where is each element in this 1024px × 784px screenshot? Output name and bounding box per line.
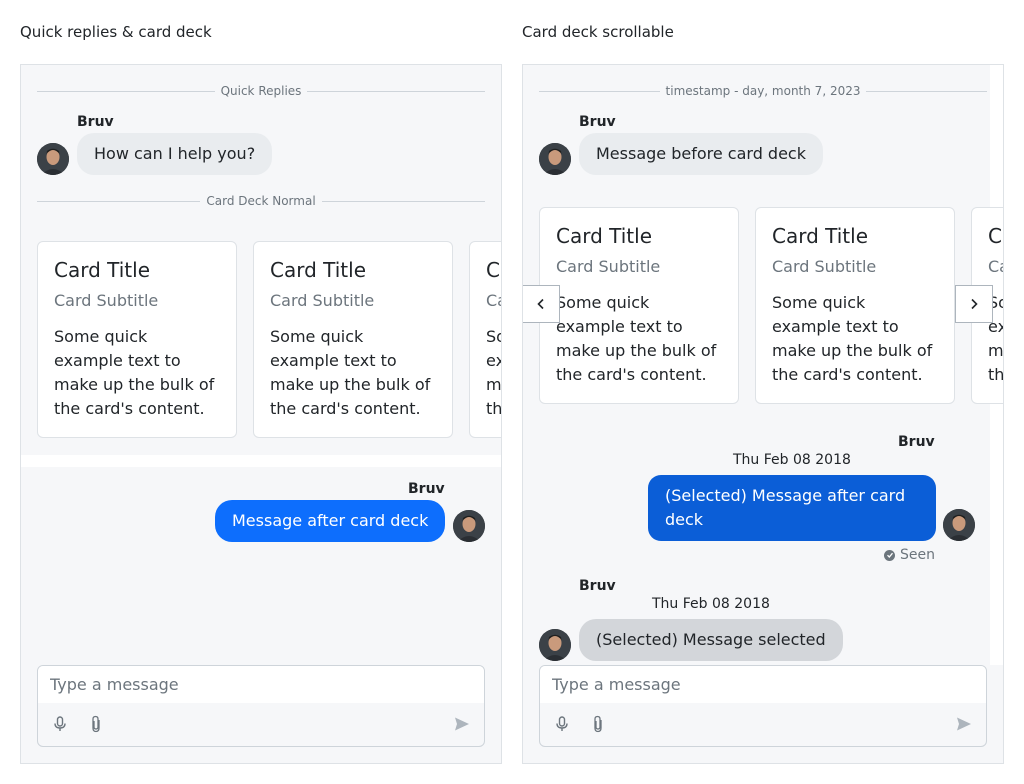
card-title: Card Title: [486, 258, 501, 282]
card-text: Some quick example text to make up the b…: [486, 327, 502, 418]
send-icon[interactable]: [452, 714, 472, 734]
card[interactable]: Card Title Card Subtitle Some quick exam…: [253, 241, 453, 438]
chat-panel-quick-replies: Quick Replies Bruv How can I help you? C…: [20, 64, 502, 764]
avatar: [37, 143, 69, 175]
person-avatar-icon: [37, 143, 69, 175]
person-avatar-icon: [943, 509, 975, 541]
person-avatar-icon: [539, 143, 571, 175]
message-input[interactable]: [38, 666, 484, 703]
message-timestamp: Thu Feb 08 2018: [652, 596, 770, 612]
paperclip-icon[interactable]: [86, 714, 106, 734]
card[interactable]: Card Title Card Subtitle Some quick exam…: [469, 241, 502, 438]
chat-panel-card-deck-scrollable: timestamp - day, month 7, 2023 Bruv Mess…: [522, 64, 1004, 764]
card-subtitle: Card Subtitle: [556, 257, 661, 276]
send-icon[interactable]: [954, 714, 974, 734]
check-circle-icon: [884, 549, 895, 561]
chevron-right-icon: [971, 298, 978, 310]
person-avatar-icon: [453, 510, 485, 542]
message-sender: Bruv: [77, 114, 114, 130]
card-subtitle: Card Subtitle: [270, 291, 375, 310]
card-subtitle: Card Subtitle: [486, 291, 501, 310]
message-sender: Bruv: [579, 578, 616, 594]
left-section-title: Quick replies & card deck: [20, 23, 212, 41]
paperclip-icon[interactable]: [588, 714, 608, 734]
message-status: Seen: [884, 547, 935, 563]
message-composer: [37, 665, 485, 747]
avatar: [943, 509, 975, 541]
right-section-title: Card deck scrollable: [522, 23, 674, 41]
message-timestamp: Thu Feb 08 2018: [733, 452, 851, 468]
message-sender: Bruv: [579, 114, 616, 130]
carousel-next-button[interactable]: [955, 285, 993, 323]
message-bubble-outgoing-selected[interactable]: (Selected) Message after card deck: [648, 475, 936, 541]
message-composer: [539, 665, 987, 747]
divider-quick-replies: Quick Replies: [37, 84, 486, 98]
card-text: Some quick example text to make up the b…: [270, 327, 431, 418]
microphone-icon[interactable]: [50, 714, 70, 734]
divider-label: Quick Replies: [220, 84, 302, 98]
card-subtitle: Card Subtitle: [54, 291, 159, 310]
card[interactable]: Card Title Card Subtitle Some quick exam…: [539, 207, 739, 404]
message-sender: Bruv: [408, 481, 445, 497]
person-avatar-icon: [539, 629, 571, 661]
message-bubble-incoming[interactable]: Message before card deck: [579, 133, 823, 175]
card-title: Card Title: [988, 224, 1003, 248]
message-sender: Bruv: [898, 434, 935, 450]
carousel-prev-button[interactable]: [523, 285, 560, 323]
divider-label: timestamp - day, month 7, 2023: [665, 84, 861, 98]
message-bubble-incoming-selected[interactable]: (Selected) Message selected: [579, 619, 843, 661]
message-bubble-outgoing[interactable]: Message after card deck: [215, 500, 446, 542]
message-bubble-incoming[interactable]: How can I help you?: [77, 133, 273, 175]
card-title: Card Title: [772, 224, 869, 248]
message-input[interactable]: [540, 666, 986, 703]
avatar: [453, 510, 485, 542]
message-status-label: Seen: [900, 547, 935, 563]
card-text: Some quick example text to make up the b…: [556, 293, 717, 384]
card-title: Card Title: [556, 224, 653, 248]
divider-timestamp: timestamp - day, month 7, 2023: [539, 84, 988, 98]
card[interactable]: Card Title Card Subtitle Some quick exam…: [755, 207, 955, 404]
avatar: [539, 629, 571, 661]
card-text: Some quick example text to make up the b…: [54, 327, 215, 418]
avatar: [539, 143, 571, 175]
card[interactable]: Card Title Card Subtitle Some quick exam…: [37, 241, 237, 438]
card-subtitle: Card Subtitle: [988, 257, 1003, 276]
card-text: Some quick example text to make up the b…: [772, 293, 933, 384]
microphone-icon[interactable]: [552, 714, 572, 734]
divider-card-deck: Card Deck Normal: [37, 194, 486, 208]
card-title: Card Title: [54, 258, 151, 282]
card-subtitle: Card Subtitle: [772, 257, 877, 276]
chevron-left-icon: [537, 298, 544, 310]
divider-label: Card Deck Normal: [206, 194, 316, 208]
card-title: Card Title: [270, 258, 367, 282]
